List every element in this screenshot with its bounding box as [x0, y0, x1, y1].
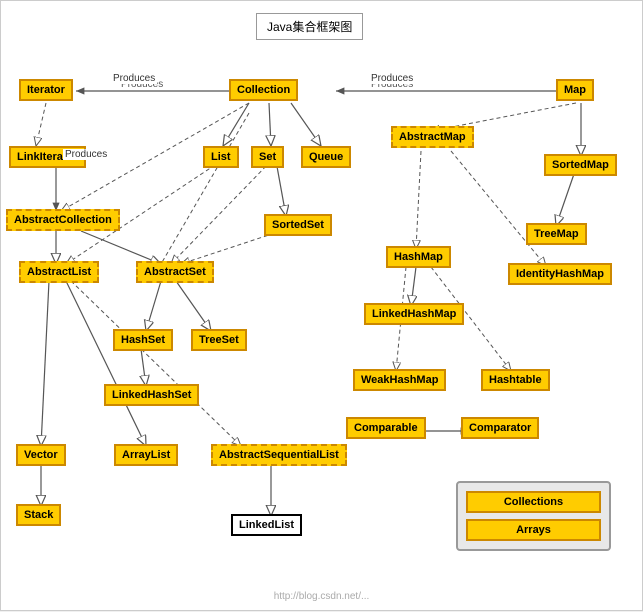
produces-2: Produces [369, 73, 415, 84]
node-iterator: Iterator [19, 79, 73, 101]
node-treeset: TreeSet [191, 329, 247, 351]
legend-box: Collections Arrays [456, 481, 611, 551]
node-abstractset: AbstractSet [136, 261, 214, 283]
node-vector: Vector [16, 444, 66, 466]
watermark: http://blog.csdn.net/... [274, 591, 370, 602]
node-collections: Collections [466, 491, 601, 513]
node-linkedhashset: LinkedHashSet [104, 384, 199, 406]
node-weakhasmap: WeakHashMap [353, 369, 446, 391]
node-set: Set [251, 146, 284, 168]
node-abstractmap: AbstractMap [391, 126, 474, 148]
node-collection: Collection [229, 79, 298, 101]
node-comparable: Comparable [346, 417, 426, 439]
node-stack: Stack [16, 504, 61, 526]
node-linkedhashmap: LinkedHashMap [364, 303, 464, 325]
node-list: List [203, 146, 239, 168]
node-arrays: Arrays [466, 519, 601, 541]
node-treemap: TreeMap [526, 223, 587, 245]
node-sortedset: SortedSet [264, 214, 332, 236]
node-hashmap: HashMap [386, 246, 451, 268]
node-sortedmap: SortedMap [544, 154, 617, 176]
node-hashtable: Hashtable [481, 369, 550, 391]
title-box: Java集合框架图 [256, 13, 363, 40]
title-text: Java集合框架图 [267, 20, 352, 34]
produces-1: Produces [111, 73, 157, 84]
node-abstractlist: AbstractList [19, 261, 99, 283]
diagram-container: Java集合框架图 Produces Produces Produces Ite… [0, 0, 643, 611]
node-identityhashmap: IdentityHashMap [508, 263, 612, 285]
node-linkedlist: LinkedList [231, 514, 302, 536]
node-map: Map [556, 79, 594, 101]
node-comparator: Comparator [461, 417, 539, 439]
node-abstractcollection: AbstractCollection [6, 209, 120, 231]
node-queue: Queue [301, 146, 351, 168]
produces-3: Produces [63, 149, 109, 160]
node-hashset: HashSet [113, 329, 173, 351]
node-arraylist: ArrayList [114, 444, 178, 466]
node-abstractsequentiallist: AbstractSequentialList [211, 444, 347, 466]
